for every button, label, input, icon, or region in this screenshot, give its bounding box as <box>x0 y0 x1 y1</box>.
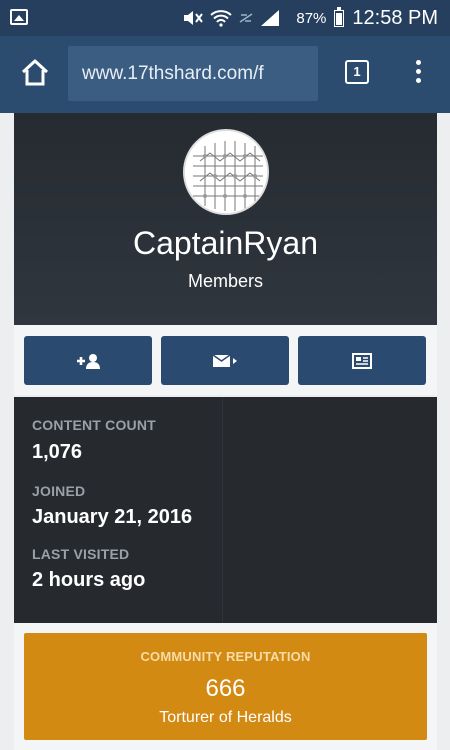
tab-switcher-button[interactable]: 1 <box>345 60 369 84</box>
signal-icon <box>261 10 279 26</box>
url-bar[interactable]: www.17thshard.com/f <box>68 46 318 101</box>
avatar-pattern-icon <box>185 131 267 213</box>
send-message-button[interactable] <box>161 336 289 385</box>
reputation-title: Torturer of Heralds <box>159 709 292 726</box>
avatar <box>183 129 269 215</box>
add-friend-button[interactable] <box>24 336 152 385</box>
reputation-label: COMMUNITY REPUTATION <box>140 649 311 664</box>
battery-percent: 87% <box>296 9 327 27</box>
last-visited-label: LAST VISITED <box>32 546 130 562</box>
last-visited-value: 2 hours ago <box>32 569 146 591</box>
profile-actions <box>14 325 437 395</box>
no-data-icon <box>239 13 253 23</box>
joined-value: January 21, 2016 <box>32 506 193 528</box>
battery-icon <box>334 6 345 27</box>
reputation-card[interactable]: COMMUNITY REPUTATION 666 Torturer of Her… <box>24 633 427 740</box>
profile-username: CaptainRyan <box>133 225 318 261</box>
content-count-value: 1,076 <box>32 441 83 463</box>
reputation-value: 666 <box>205 675 246 702</box>
profile-header: CaptainRyan Members <box>14 113 437 325</box>
message-icon <box>212 353 237 367</box>
view-content-button[interactable] <box>298 336 426 385</box>
joined-label: JOINED <box>32 483 86 499</box>
profile-stats: CONTENT COUNT 1,076 JOINED January 21, 2… <box>14 397 437 623</box>
reputation-section: COMMUNITY REPUTATION 666 Torturer of Her… <box>14 623 437 750</box>
content-icon <box>352 352 372 369</box>
stats-divider <box>222 397 223 623</box>
status-icons <box>182 8 280 28</box>
status-bar: 87% 12:58 PM <box>0 0 450 36</box>
mute-icon <box>184 11 203 25</box>
add-friend-icon <box>77 353 100 369</box>
home-icon[interactable] <box>20 58 50 88</box>
browser-toolbar: www.17thshard.com/f 1 <box>0 36 450 113</box>
profile-group: Members <box>187 271 263 291</box>
overflow-menu-icon[interactable] <box>410 58 426 88</box>
clock: 12:58 PM <box>352 6 438 29</box>
content-count-label: CONTENT COUNT <box>32 417 156 433</box>
wifi-icon <box>210 10 232 27</box>
gallery-notification-icon <box>10 9 28 25</box>
